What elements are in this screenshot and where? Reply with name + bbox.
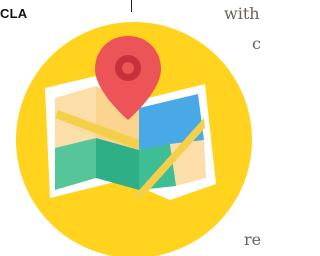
map-location-icon[interactable]: [0, 0, 256, 256]
map-panel-right-green: [139, 144, 176, 190]
location-pin-dot: [122, 62, 134, 74]
map-panel-right-tan: [170, 140, 206, 186]
